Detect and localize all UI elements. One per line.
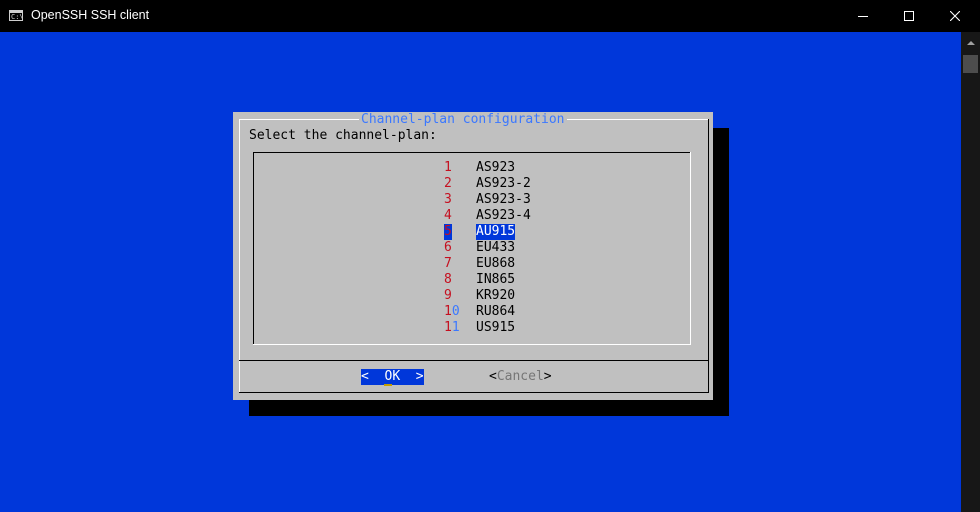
list-item-ru864[interactable]: 10 RU864 <box>444 304 564 320</box>
cancel-right: > <box>543 369 552 384</box>
item-tag: 5 <box>444 224 452 240</box>
item-tag: 2 <box>444 176 452 191</box>
window-title: OpenSSH SSH client <box>31 8 150 22</box>
text-cursor <box>384 384 392 386</box>
dialog-prompt: Select the channel-plan: <box>249 128 437 143</box>
list-border <box>253 344 691 345</box>
scroll-up-icon[interactable] <box>961 32 980 54</box>
channel-plan-list[interactable]: 1 AS923 2 AS923-2 3 AS923-3 4 AS923-4 5 AU915… <box>253 152 693 345</box>
list-item-as923-2[interactable]: 2 AS923-2 <box>444 176 564 192</box>
list-item-as923[interactable]: 1 AS923 <box>444 160 564 176</box>
dialog-border <box>239 392 709 393</box>
list-items: 1 AS923 2 AS923-2 3 AS923-3 4 AS923-4 5 AU915… <box>444 160 564 336</box>
item-label: AU915 <box>476 224 516 240</box>
item-tag: 11 <box>444 320 460 336</box>
list-item-kr920[interactable]: 9 KR920 <box>444 288 564 304</box>
list-border <box>690 152 691 344</box>
ok-left: < <box>361 369 385 384</box>
item-label: AS923-2 <box>476 176 531 191</box>
item-tag: 8 <box>444 272 452 287</box>
app-icon-text: C:\ <box>11 13 24 21</box>
dialog-title: Channel-plan configuration <box>359 112 567 128</box>
ok-button[interactable]: < OK > <box>361 369 424 385</box>
item-tag: 7 <box>444 256 452 271</box>
list-item-in865[interactable]: 8 IN865 <box>444 272 564 288</box>
list-item-as923-4[interactable]: 4 AS923-4 <box>444 208 564 224</box>
list-item-us915[interactable]: 11 US915 <box>444 320 564 336</box>
item-tag: 3 <box>444 192 452 207</box>
item-label: EU868 <box>476 256 516 271</box>
list-border <box>253 152 254 344</box>
item-label: AS923-4 <box>476 208 531 223</box>
item-tag: 4 <box>444 208 452 223</box>
channel-plan-dialog: Channel-plan configuration Select the ch… <box>233 112 713 400</box>
item-label: US915 <box>476 320 516 335</box>
dialog-border <box>708 119 709 392</box>
dialog-border <box>239 119 240 392</box>
item-tag-head: 1 <box>444 304 452 319</box>
item-label: RU864 <box>476 304 516 319</box>
item-label: AS923-3 <box>476 192 531 207</box>
item-label: KR920 <box>476 288 516 303</box>
item-tag: 10 <box>444 304 460 320</box>
item-tag: 9 <box>444 288 452 303</box>
list-item-as923-3[interactable]: 3 AS923-3 <box>444 192 564 208</box>
list-item-eu868[interactable]: 7 EU868 <box>444 256 564 272</box>
cancel-button[interactable]: <Cancel> <box>489 369 552 385</box>
item-label: EU433 <box>476 240 516 255</box>
dialog-separator <box>239 360 708 361</box>
item-tag: 1 <box>444 160 452 175</box>
cancel-label: Cancel <box>496 369 544 384</box>
scroll-thumb[interactable] <box>963 55 978 73</box>
item-tag-head: 1 <box>444 320 452 335</box>
item-tag: 6 <box>444 240 452 255</box>
console-app-icon[interactable]: C:\ <box>9 10 24 21</box>
cancel-left: < <box>489 369 497 384</box>
minimize-icon[interactable] <box>840 0 886 32</box>
vertical-scrollbar[interactable] <box>961 32 980 512</box>
maximize-icon[interactable] <box>886 0 932 32</box>
item-tag-tail: 0 <box>451 304 460 319</box>
window-title-bar[interactable]: C:\ OpenSSH SSH client <box>0 0 980 32</box>
ok-rest: K > <box>392 369 424 384</box>
list-item-au915-selected[interactable]: 5 AU915 <box>444 224 564 240</box>
item-label: AS923 <box>476 160 516 175</box>
item-tag-tail: 1 <box>451 320 460 335</box>
item-label: IN865 <box>476 272 516 287</box>
close-icon[interactable] <box>932 0 978 32</box>
list-item-eu433[interactable]: 6 EU433 <box>444 240 564 256</box>
list-border <box>253 152 690 153</box>
